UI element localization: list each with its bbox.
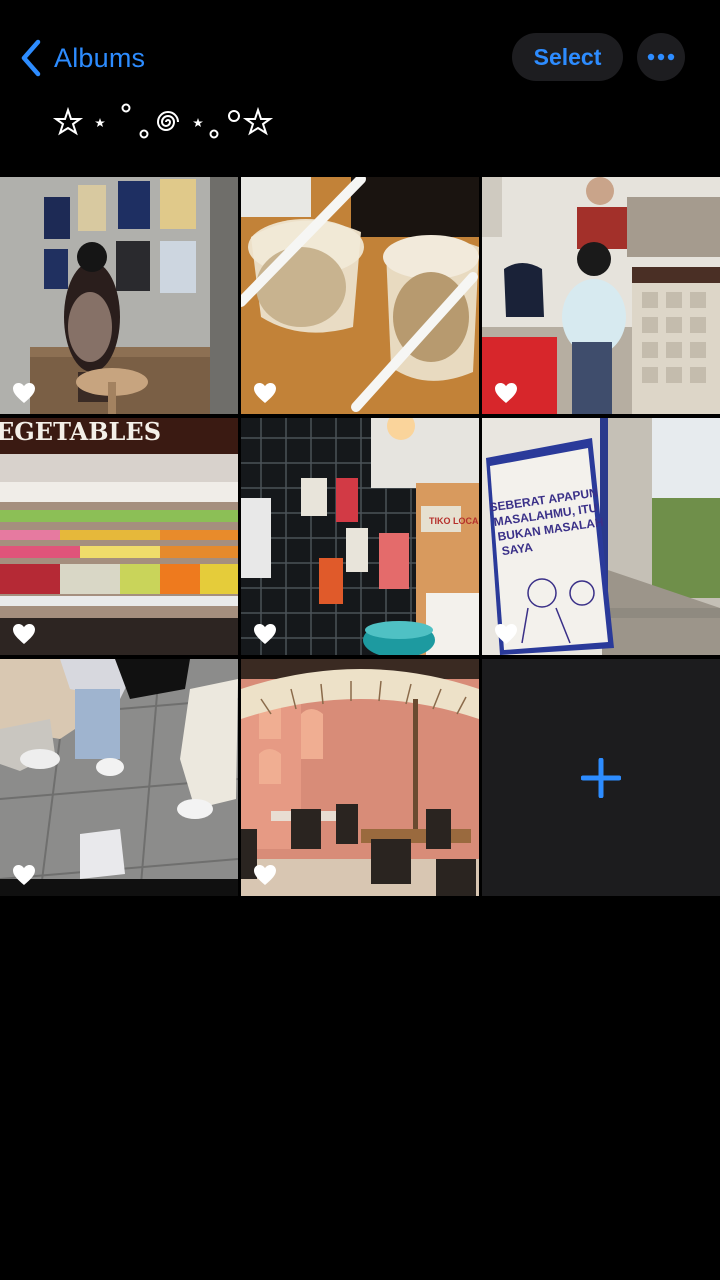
back-button[interactable]: Albums <box>18 36 145 80</box>
photo-thumbnail-iced-drinks[interactable] <box>241 177 479 414</box>
favorite-heart-icon <box>495 383 517 403</box>
photo-thumbnail-tile-wall-posters[interactable]: TIKO LOCAL <box>241 418 479 655</box>
select-button[interactable]: Select <box>512 33 623 81</box>
photo-thumbnail-vegetables-shelf[interactable]: EGETABLES <box>0 418 238 655</box>
photo-image <box>0 177 238 414</box>
photo-image <box>241 659 479 896</box>
favorite-heart-icon <box>13 383 35 403</box>
photo-thumbnail-poster-sign[interactable]: SEBERAT APAPUN MASALAHMU, ITU BUKAN MASA… <box>482 418 720 655</box>
favorite-heart-icon <box>254 865 276 885</box>
favorite-heart-icon <box>495 624 517 644</box>
photo-image: EGETABLES <box>0 418 238 655</box>
chevron-left-icon <box>21 39 41 77</box>
photo-image <box>0 659 238 896</box>
photo-image: TIKO LOCAL <box>241 418 479 655</box>
photo-sign-text: TIKO LOCAL <box>429 516 479 526</box>
album-title-symbols <box>52 103 274 139</box>
photo-sign-text: EGETABLES <box>0 418 161 446</box>
photo-thumbnail-cafe-counter[interactable] <box>482 177 720 414</box>
photo-image: SEBERAT APAPUN MASALAHMU, ITU BUKAN MASA… <box>482 418 720 655</box>
favorite-heart-icon <box>13 865 35 885</box>
navigation-bar: Albums Select <box>0 0 720 100</box>
photo-image <box>241 177 479 414</box>
more-button[interactable] <box>637 33 685 81</box>
add-photo-button[interactable] <box>482 659 720 896</box>
photo-thumbnail-pink-restaurant[interactable] <box>241 659 479 896</box>
photo-thumbnail-feet-floor[interactable] <box>0 659 238 896</box>
plus-icon <box>581 757 621 798</box>
favorite-heart-icon <box>254 624 276 644</box>
photo-thumbnail-gallery-wall[interactable] <box>0 177 238 414</box>
back-label: Albums <box>54 42 146 73</box>
ellipsis-icon <box>647 53 675 61</box>
photo-image <box>482 177 720 414</box>
favorite-heart-icon <box>13 624 35 644</box>
favorite-heart-icon <box>254 383 276 403</box>
